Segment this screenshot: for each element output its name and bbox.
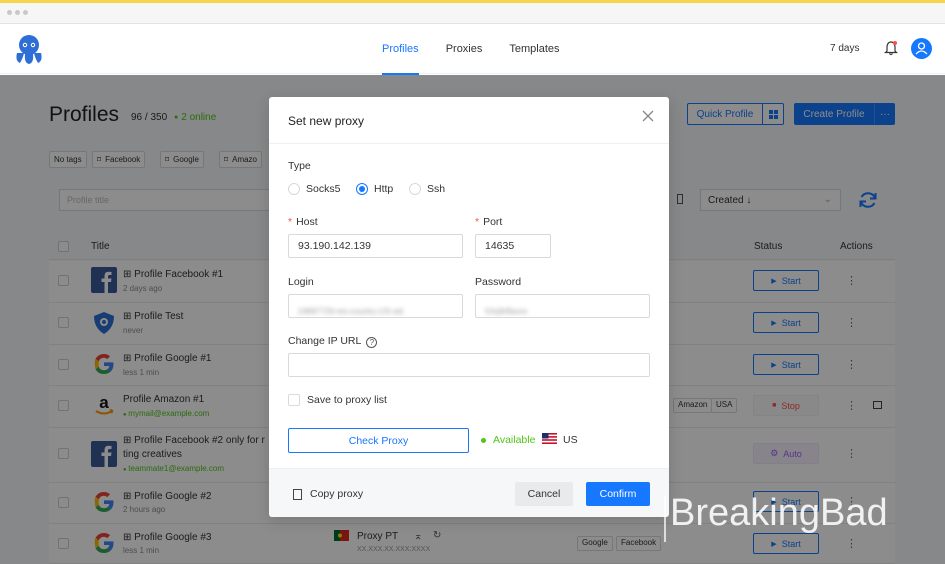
- cancel-button[interactable]: Cancel: [515, 482, 573, 506]
- confirm-button[interactable]: Confirm: [586, 482, 650, 506]
- check-proxy-button[interactable]: Check Proxy: [288, 428, 469, 453]
- proxy-status: Available: [481, 434, 535, 446]
- set-proxy-modal: Set new proxy Type Socks5 Http Ssh Host …: [269, 97, 669, 517]
- window-titlebar: [0, 3, 945, 24]
- host-input[interactable]: 93.190.142.139: [288, 234, 463, 258]
- change-ip-input[interactable]: [288, 353, 650, 377]
- watermark-text: BreakingBad: [670, 492, 888, 534]
- proxy-country: US: [563, 434, 578, 446]
- login-value: 24897729-res-country-US-sid: [298, 307, 403, 316]
- password-input[interactable]: 5Xq9rBavre: [475, 294, 650, 318]
- save-to-proxy-list-checkbox[interactable]: Save to proxy list: [288, 394, 387, 406]
- status-dot: [481, 437, 486, 443]
- radio-socks5[interactable]: Socks5: [288, 183, 340, 195]
- password-label: Password: [475, 276, 522, 288]
- port-label: Port: [475, 216, 502, 228]
- us-flag-icon: [542, 433, 557, 444]
- copy-icon: [293, 488, 302, 500]
- watermark-divider: [664, 496, 666, 542]
- octopus-logo-icon[interactable]: [12, 33, 46, 65]
- app-header: Profiles Proxies Templates 7 days: [0, 24, 945, 75]
- radio-ssh[interactable]: Ssh: [409, 183, 445, 195]
- close-icon[interactable]: [641, 109, 655, 123]
- radio-http[interactable]: Http: [356, 183, 393, 195]
- main-nav: Profiles Proxies Templates: [382, 43, 560, 75]
- checkbox-box: [288, 394, 300, 406]
- tab-templates[interactable]: Templates: [509, 43, 559, 55]
- change-ip-label: Change IP URL?: [288, 335, 378, 348]
- host-label: Host: [288, 216, 318, 228]
- copy-proxy-button[interactable]: Copy proxy: [293, 488, 363, 500]
- port-input[interactable]: 14635: [475, 234, 551, 258]
- user-icon: [915, 42, 928, 55]
- radio-circle: [409, 183, 421, 195]
- radio-circle: [356, 183, 368, 195]
- window-controls: [7, 10, 28, 15]
- tab-profiles[interactable]: Profiles: [382, 43, 419, 75]
- type-label: Type: [288, 160, 311, 172]
- radio-circle: [288, 183, 300, 195]
- modal-footer: Copy proxy Cancel Confirm: [269, 468, 669, 517]
- user-avatar[interactable]: [911, 38, 932, 59]
- modal-title: Set new proxy: [288, 114, 365, 128]
- tab-proxies[interactable]: Proxies: [446, 43, 483, 55]
- notification-dot: [893, 41, 897, 45]
- login-input[interactable]: 24897729-res-country-US-sid: [288, 294, 463, 318]
- login-label: Login: [288, 276, 314, 288]
- question-icon[interactable]: ?: [366, 337, 378, 348]
- days-remaining[interactable]: 7 days: [830, 43, 859, 54]
- modal-header: Set new proxy: [269, 97, 669, 144]
- password-value: 5Xq9rBavre: [485, 307, 528, 316]
